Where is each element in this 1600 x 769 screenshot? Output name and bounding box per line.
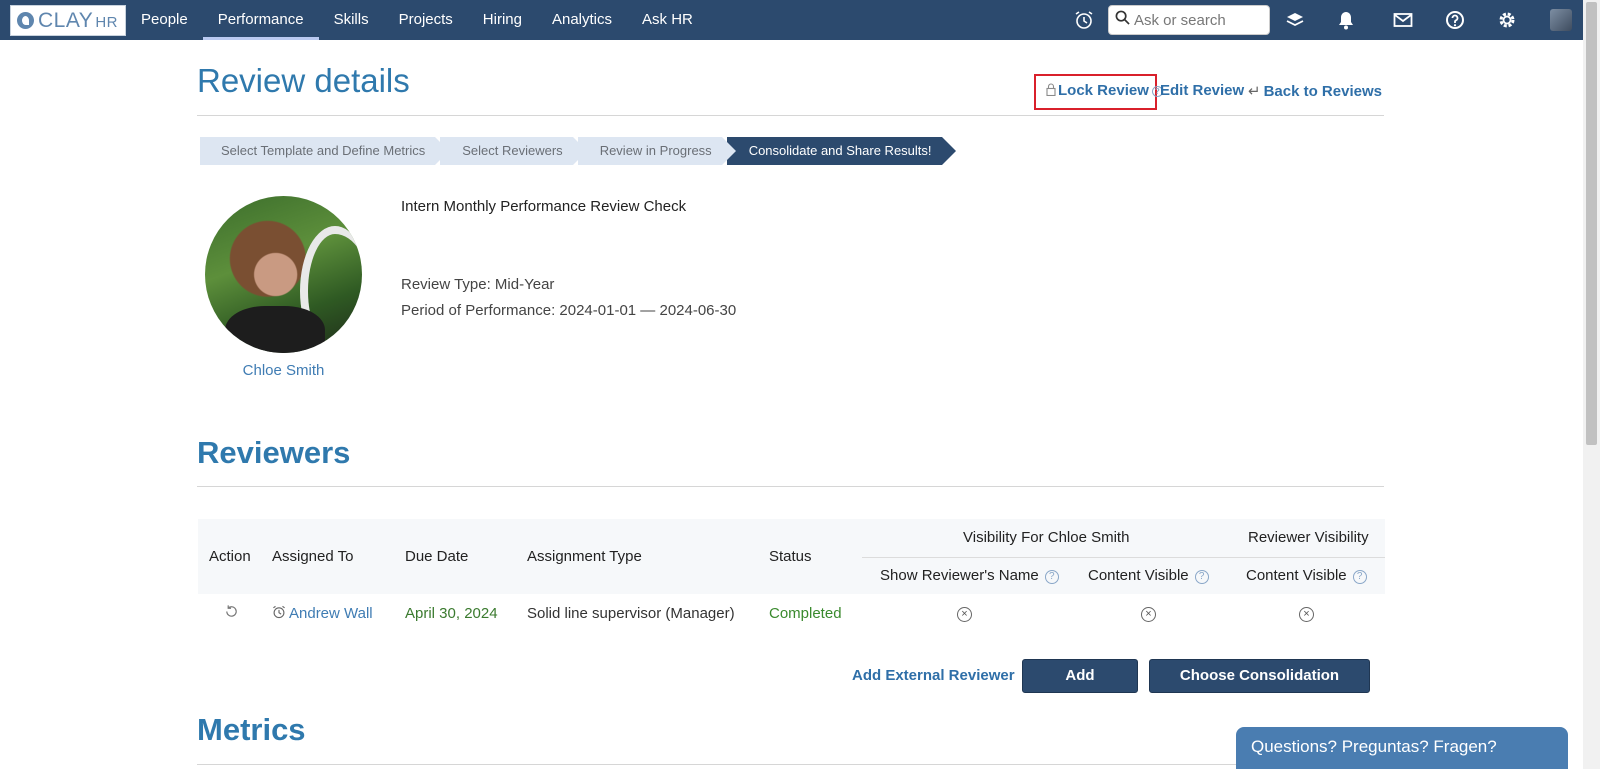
back-to-reviews-link[interactable]: ↵ Back to Reviews: [1248, 82, 1382, 100]
nav-ask-hr[interactable]: Ask HR: [627, 0, 708, 40]
reminder-alarm-icon[interactable]: [272, 605, 286, 623]
table-row-assignee[interactable]: Andrew Wall: [272, 605, 373, 623]
metrics-section-title: Metrics: [197, 712, 306, 747]
th-reviewer-content-visible: Content Visible?: [1246, 567, 1367, 584]
th-due-date: Due Date: [405, 548, 469, 565]
review-stepper: Select Template and Define Metrics Selec…: [200, 137, 956, 165]
review-period: Period of Performance: 2024-01-01 — 2024…: [401, 302, 737, 319]
choose-consolidation-options-button[interactable]: Choose Consolidation Options: [1149, 659, 1370, 716]
th-status: Status: [769, 548, 812, 565]
back-arrow-icon: ↵: [1248, 83, 1261, 100]
th-assignment-type: Assignment Type: [527, 548, 642, 565]
visibility-header-divider: [862, 557, 1385, 558]
table-row-due-date: April 30, 2024: [405, 605, 498, 622]
review-type: Review Type: Mid-Year: [401, 276, 555, 293]
logo-text: CLAY HR: [38, 8, 118, 32]
help-circle-icon[interactable]: [1443, 8, 1467, 32]
reviewer-content-visible-toggle-x-icon[interactable]: ×: [1299, 607, 1314, 622]
search-box[interactable]: [1108, 5, 1270, 35]
employee-photo: [205, 196, 362, 353]
gear-icon[interactable]: [1495, 8, 1519, 32]
review-title: Intern Monthly Performance Review Check: [401, 198, 687, 215]
alarm-clock-icon[interactable]: [1072, 8, 1096, 32]
nav-hiring[interactable]: Hiring: [468, 0, 537, 40]
top-nav-bar: CLAY HR People Performance Skills Project…: [0, 0, 1583, 40]
step-review-in-progress[interactable]: Review in Progress: [577, 137, 736, 165]
show-name-toggle-x-icon[interactable]: ×: [957, 607, 972, 622]
lock-review-link[interactable]: Lock Review?: [1046, 82, 1163, 100]
th-reviewer-visibility: Reviewer Visibility: [1248, 529, 1369, 546]
scrollbar-thumb[interactable]: [1586, 2, 1597, 445]
page-scrollbar[interactable]: [1583, 0, 1600, 769]
nav-performance[interactable]: Performance: [202, 0, 319, 40]
th-content-visible: Content Visible?: [1088, 567, 1209, 584]
reviewers-section-title: Reviewers: [197, 435, 351, 470]
search-icon: [1115, 10, 1130, 30]
header-divider: [197, 115, 1384, 116]
nav-people[interactable]: People: [126, 0, 203, 40]
content-visible-help-icon[interactable]: ?: [1194, 570, 1209, 584]
th-action: Action: [209, 548, 251, 565]
show-name-help-icon[interactable]: ?: [1044, 570, 1059, 584]
nav-skills[interactable]: Skills: [319, 0, 384, 40]
step-select-reviewers[interactable]: Select Reviewers: [440, 137, 588, 165]
th-visibility-for: Visibility For Chloe Smith: [963, 529, 1130, 546]
lock-icon: [1046, 83, 1056, 100]
reviewer-content-visible-help-icon[interactable]: ?: [1352, 570, 1367, 584]
table-row-assignment-type: Solid line supervisor (Manager): [527, 605, 735, 622]
table-row-status: Completed: [769, 605, 842, 622]
chat-widget-button[interactable]: Questions? Preguntas? Fragen?: [1236, 727, 1568, 769]
layers-icon[interactable]: [1283, 8, 1307, 32]
add-reviewer-button[interactable]: Add Reviewer: [1022, 659, 1138, 716]
nav-projects[interactable]: Projects: [384, 0, 468, 40]
mail-icon[interactable]: [1391, 8, 1415, 32]
reviewers-divider: [197, 486, 1384, 487]
step-consolidate-share[interactable]: Consolidate and Share Results!: [726, 137, 956, 165]
search-input[interactable]: [1134, 11, 1259, 29]
th-show-reviewer-name: Show Reviewer's Name?: [880, 567, 1059, 584]
edit-review-link[interactable]: Edit Review: [1160, 82, 1244, 99]
reset-icon[interactable]: [224, 604, 239, 623]
user-avatar[interactable]: [1550, 9, 1572, 31]
nav-analytics[interactable]: Analytics: [537, 0, 627, 40]
metrics-divider: [197, 764, 1384, 765]
clayhr-logo[interactable]: CLAY HR: [10, 5, 126, 36]
add-external-reviewer-link[interactable]: Add External Reviewer: [852, 667, 1015, 684]
bell-icon[interactable]: [1334, 8, 1358, 32]
main-nav: People Performance Skills Projects Hirin…: [126, 0, 708, 40]
logo-mark-icon: [17, 12, 34, 29]
page-title: Review details: [197, 62, 410, 99]
content-visible-toggle-x-icon[interactable]: ×: [1141, 607, 1156, 622]
th-assigned-to: Assigned To: [272, 548, 354, 565]
step-select-template[interactable]: Select Template and Define Metrics: [200, 137, 450, 165]
employee-name-link[interactable]: Chloe Smith: [205, 362, 362, 379]
